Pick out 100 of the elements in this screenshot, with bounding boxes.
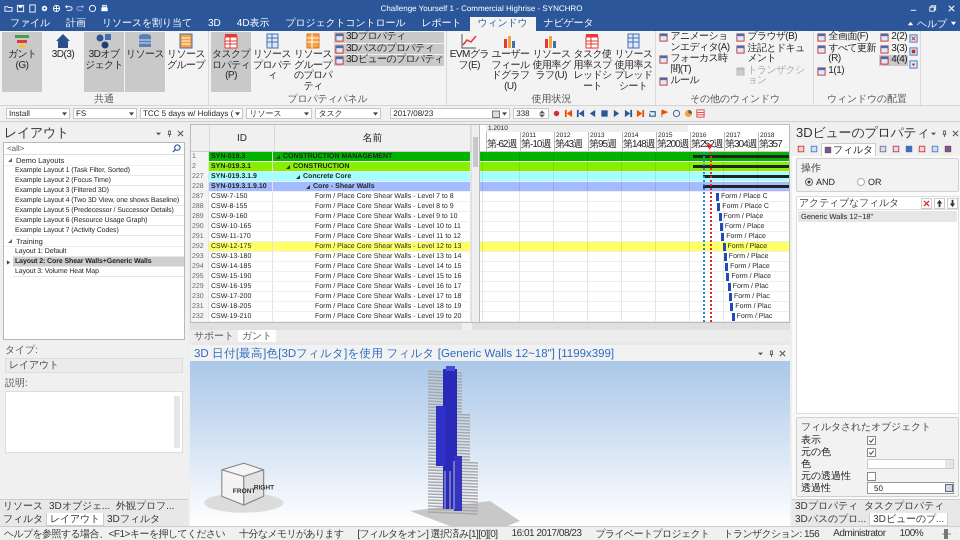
- pin-icon[interactable]: [768, 350, 775, 356]
- ribbon-button[interactable]: リソースプロパティ: [252, 32, 292, 92]
- menu-tab[interactable]: リソースを割り当て: [94, 17, 200, 31]
- tile-icon[interactable]: [909, 60, 918, 69]
- search-icon[interactable]: [172, 144, 181, 153]
- panel-tab[interactable]: 3Dオブジェ...: [46, 500, 114, 513]
- panel-tab[interactable]: 3Dパスのプロ...: [792, 513, 870, 526]
- summary-bar[interactable]: [703, 175, 789, 178]
- task-bar[interactable]: [724, 253, 727, 261]
- gear-icon[interactable]: [40, 4, 49, 12]
- expander-icon[interactable]: [7, 157, 13, 163]
- checkbox[interactable]: [867, 448, 876, 456]
- panel-tab[interactable]: 3Dプロパティ: [792, 500, 861, 513]
- undo-icon[interactable]: [64, 4, 73, 12]
- move-down-icon[interactable]: [946, 198, 958, 208]
- task-bar[interactable]: [730, 303, 734, 311]
- ribbon-button[interactable]: 3D(3): [43, 32, 83, 92]
- ribbon-button[interactable]: 3Dオブジェクト: [84, 32, 124, 92]
- slider-thumb[interactable]: [944, 528, 948, 538]
- spreadsheet-icon[interactable]: [696, 109, 706, 118]
- panel-tab[interactable]: リソース: [0, 500, 46, 513]
- close-icon[interactable]: [952, 130, 959, 136]
- calculator-icon[interactable]: [944, 484, 953, 492]
- checkbox[interactable]: [867, 436, 876, 444]
- ribbon-button[interactable]: ルール: [658, 76, 734, 86]
- view-cube[interactable]: [204, 462, 284, 513]
- ribbon-button[interactable]: ブラウザ(B): [735, 32, 812, 42]
- dropdown-icon[interactable]: [950, 20, 957, 27]
- task-bar[interactable]: [721, 233, 724, 241]
- pin-icon[interactable]: [940, 130, 948, 136]
- record-icon[interactable]: [552, 109, 562, 118]
- dropdown-field[interactable]: タスク: [315, 108, 382, 119]
- panel-tab[interactable]: 外観プロフ...: [113, 500, 178, 513]
- number-field[interactable]: 338: [513, 108, 550, 119]
- view-tab[interactable]: サポート: [190, 330, 238, 342]
- radio-button[interactable]: [857, 178, 866, 186]
- radio-button[interactable]: [805, 178, 813, 186]
- summary-bar[interactable]: [693, 155, 789, 158]
- panel-tab[interactable]: 3Dフィルタ: [104, 513, 163, 526]
- last-icon[interactable]: [636, 109, 646, 118]
- task-bar[interactable]: [732, 313, 735, 321]
- task-bar[interactable]: [726, 273, 730, 281]
- tile-icon[interactable]: [909, 34, 918, 43]
- folder-icon[interactable]: [4, 4, 13, 12]
- close-icon[interactable]: [177, 130, 184, 136]
- dropdown-field[interactable]: リソース: [246, 108, 312, 119]
- help-menu[interactable]: ヘルプ: [917, 17, 947, 31]
- help-icon[interactable]: [88, 4, 97, 12]
- task-bar[interactable]: [728, 283, 731, 291]
- dropdown-field[interactable]: FS: [73, 108, 137, 119]
- color-field[interactable]: [867, 459, 954, 469]
- ribbon-button[interactable]: フォーカス時間(T): [658, 54, 734, 75]
- menu-tab[interactable]: ナビゲータ: [536, 17, 602, 31]
- ribbon-button[interactable]: リソース使用率スプレッドシート: [613, 32, 654, 93]
- ribbon-button[interactable]: 3(3): [879, 44, 908, 54]
- ribbon-button[interactable]: 3Dパスのプロパティ: [334, 44, 444, 54]
- menu-tab[interactable]: レポート: [414, 17, 470, 31]
- radio-option[interactable]: OR: [857, 177, 882, 187]
- dropdown-field[interactable]: Install: [6, 108, 70, 119]
- task-bar[interactable]: [722, 243, 726, 251]
- filter-field[interactable]: <all>: [4, 143, 184, 155]
- printer-icon[interactable]: [100, 4, 109, 12]
- info-icon[interactable]: [672, 109, 682, 118]
- ribbon-button[interactable]: 全画面(F): [816, 32, 878, 42]
- flag-icon[interactable]: [660, 109, 670, 118]
- ribbon-button[interactable]: 3Dプロパティ: [334, 32, 444, 42]
- next-icon[interactable]: [624, 109, 634, 118]
- ribbon-button[interactable]: リソースグループ: [166, 32, 206, 92]
- menu-tab[interactable]: ウィンドウ: [470, 17, 536, 31]
- menu-tab[interactable]: 4D表示: [228, 17, 278, 31]
- date-field[interactable]: 2017/08/23: [390, 108, 510, 119]
- ribbon-button[interactable]: ガント(G): [2, 32, 42, 92]
- menu-tab[interactable]: ファイル: [2, 17, 58, 31]
- ribbon-button[interactable]: タスク使用率スプレッドシート: [572, 32, 612, 93]
- ribbon-button[interactable]: リソース: [125, 32, 165, 92]
- current-date-marker-icon[interactable]: [706, 144, 713, 150]
- ribbon-button[interactable]: 3Dビューのプロパティ: [334, 55, 444, 66]
- tile-icon[interactable]: [909, 47, 918, 56]
- task-bar[interactable]: [717, 203, 720, 211]
- ribbon-button[interactable]: タスクプロパティ(P): [211, 32, 251, 92]
- panel-tab[interactable]: 3Dビューのプ...: [869, 513, 948, 526]
- ribbon-button[interactable]: EVMグラフ(E): [449, 32, 490, 92]
- panel-tab[interactable]: レイアウト: [46, 513, 104, 526]
- menu-tab[interactable]: 計画: [58, 17, 94, 31]
- ribbon-button[interactable]: すべて更新(R): [816, 44, 878, 64]
- task-bar[interactable]: [718, 213, 722, 221]
- task-bar[interactable]: [720, 223, 723, 231]
- move-up-icon[interactable]: [934, 198, 945, 208]
- ribbon-button[interactable]: リソースグループのプロパティ: [293, 32, 333, 93]
- dropdown-field[interactable]: TCC 5 days w/ Holidays (: [140, 108, 244, 119]
- radio-option[interactable]: AND: [805, 177, 836, 187]
- number-field[interactable]: 50: [867, 482, 954, 494]
- back-icon[interactable]: [588, 109, 598, 118]
- collapse-ribbon-icon[interactable]: [907, 20, 914, 27]
- menu-tab[interactable]: 3D: [200, 17, 229, 31]
- expander-icon[interactable]: [7, 238, 13, 244]
- play-icon[interactable]: [612, 109, 622, 118]
- ribbon-button[interactable]: 注記とドキュメント: [735, 44, 812, 64]
- ribbon-button[interactable]: アニメーションエディタ(A): [658, 32, 734, 53]
- dropdown-icon[interactable]: [757, 350, 764, 356]
